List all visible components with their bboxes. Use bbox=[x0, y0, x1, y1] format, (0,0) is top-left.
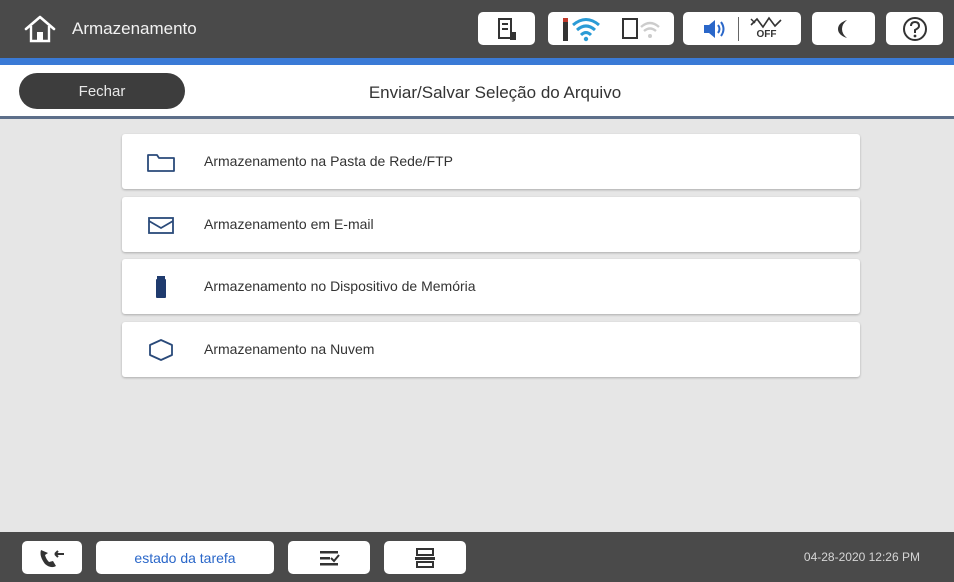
separator bbox=[737, 16, 739, 41]
ink-levels-icon bbox=[497, 17, 516, 40]
job-status-button[interactable]: estado da tarefa bbox=[96, 541, 274, 574]
datetime: 04-28-2020 12:26 PM bbox=[803, 550, 920, 564]
list-item-label: Armazenamento em E-mail bbox=[204, 216, 374, 232]
job-queue-button[interactable] bbox=[288, 541, 370, 574]
job-queue-icon bbox=[320, 550, 340, 565]
ink-levels-button[interactable] bbox=[478, 12, 535, 45]
job-status-label: estado da tarefa bbox=[134, 549, 236, 566]
wifi-direct-icon bbox=[622, 17, 660, 39]
help-icon bbox=[902, 16, 927, 41]
list-item-network-folder[interactable]: Armazenamento na Pasta de Rede/FTP bbox=[122, 134, 860, 189]
sleep-mode-button[interactable] bbox=[812, 12, 875, 45]
list-item-memory-device[interactable]: Armazenamento no Dispositivo de Memória bbox=[122, 259, 860, 314]
help-button[interactable] bbox=[886, 12, 943, 45]
app-title: Armazenamento bbox=[72, 19, 197, 38]
sleep-mode-icon bbox=[837, 19, 847, 38]
home-button[interactable] bbox=[22, 13, 58, 45]
cloud-icon bbox=[146, 337, 176, 362]
list-item-cloud[interactable]: Armazenamento na Nuvem bbox=[122, 322, 860, 377]
status-bar-accent bbox=[0, 58, 954, 65]
envelope-icon bbox=[146, 212, 176, 237]
title-bar-divider bbox=[0, 116, 954, 119]
quiet-mode-label: OFF bbox=[756, 28, 777, 40]
folder-icon bbox=[146, 149, 176, 174]
network-status-button[interactable] bbox=[548, 12, 674, 45]
fax-icon bbox=[40, 549, 64, 567]
print-stop-button[interactable] bbox=[384, 541, 466, 574]
wifi-icon bbox=[563, 17, 600, 41]
quiet-mode-off-icon: OFF bbox=[749, 15, 785, 43]
list-item-label: Armazenamento na Nuvem bbox=[204, 341, 375, 357]
volume-icon bbox=[703, 19, 724, 38]
fax-button[interactable] bbox=[22, 541, 82, 574]
volume-button[interactable]: OFF bbox=[683, 12, 801, 45]
list-item-label: Armazenamento no Dispositivo de Memória bbox=[204, 278, 476, 294]
list-item-email[interactable]: Armazenamento em E-mail bbox=[122, 197, 860, 252]
page-title: Enviar/Salvar Seleção do Arquivo bbox=[368, 83, 622, 102]
home-icon bbox=[24, 15, 56, 43]
print-stop-icon bbox=[415, 547, 435, 568]
memory-device-icon bbox=[146, 274, 176, 299]
close-button[interactable]: Fechar bbox=[19, 73, 185, 109]
list-item-label: Armazenamento na Pasta de Rede/FTP bbox=[204, 153, 454, 169]
